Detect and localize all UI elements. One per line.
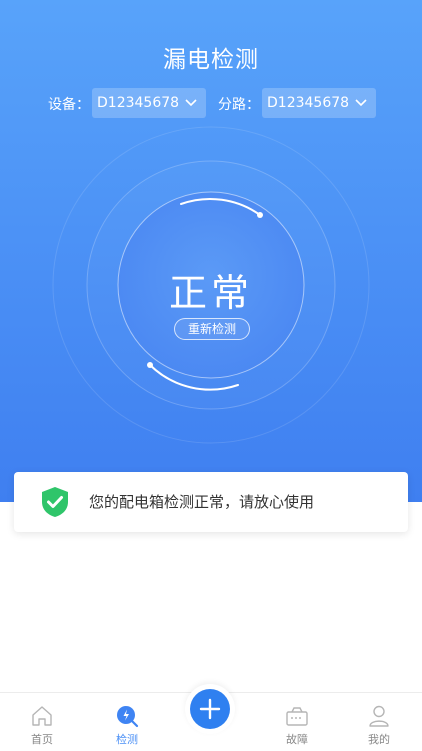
add-button[interactable] [190,689,230,729]
tab-fault[interactable]: 故障 [262,693,332,751]
tab-home[interactable]: 首页 [7,693,77,751]
recheck-button[interactable]: 重新检测 [174,318,250,340]
arc-dot-top [257,212,263,218]
branch-value: D12345678 [267,95,350,111]
fault-icon [286,707,308,726]
chevron-down-icon [355,99,367,107]
tab-mine[interactable]: 我的 [344,693,414,751]
home-icon [32,706,52,726]
tab-label: 首页 [31,733,53,746]
user-icon [369,705,389,727]
shield-check-icon [42,487,68,517]
branch-label: 分路： [218,97,260,113]
detect-icon [117,706,139,728]
selector-row: 设备： D12345678 分路： D12345678 [0,88,422,118]
device-label: 设备： [48,97,90,113]
tab-detect[interactable]: 检测 [92,693,162,751]
notice-message: 您的配电箱检测正常，请放心使用 [89,493,315,511]
tab-label: 我的 [368,733,390,746]
status-notice-card: 您的配电箱检测正常，请放心使用 [14,472,408,532]
arc-dot-bottom [147,362,153,368]
tab-label: 检测 [116,733,138,746]
tab-label: 故障 [286,733,308,746]
status-text: 正常 [168,271,253,315]
chevron-down-icon [185,99,197,107]
branch-select[interactable]: D12345678 [262,88,376,118]
hero-panel: 漏电检测 设备： D12345678 分路： D12345678 正常 重新检测 [0,0,422,502]
page-title: 漏电检测 [163,47,259,73]
device-value: D12345678 [97,95,180,111]
device-select[interactable]: D12345678 [92,88,206,118]
plus-icon [199,698,221,720]
